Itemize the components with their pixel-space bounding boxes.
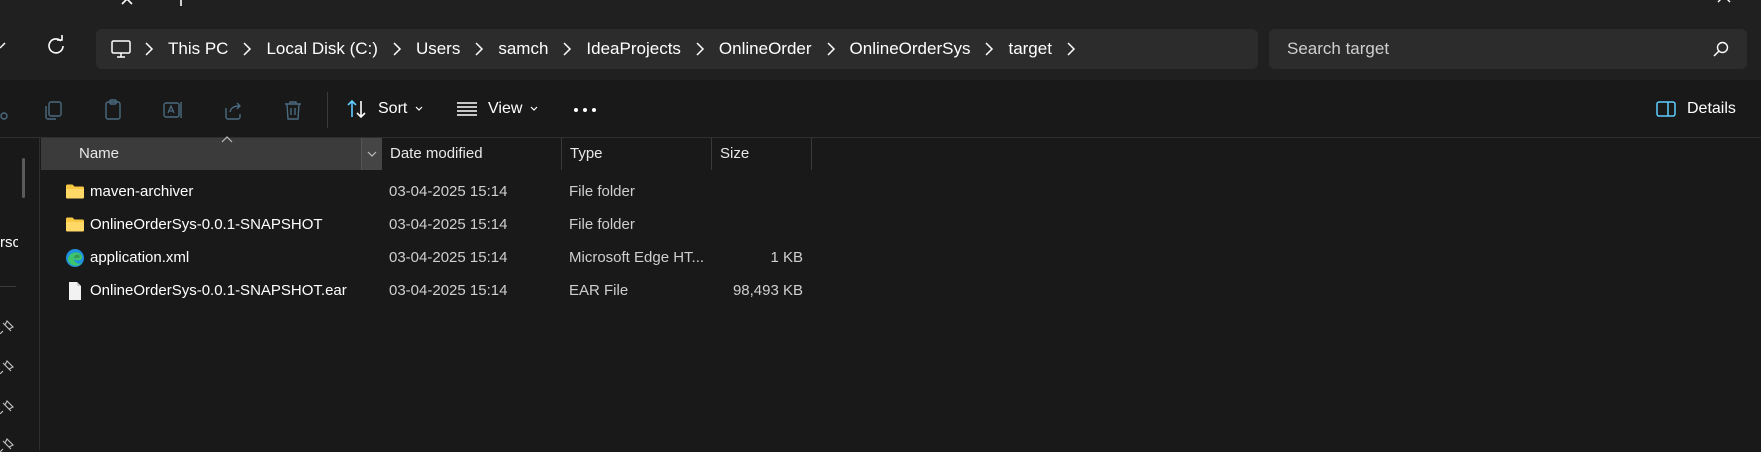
file-type: Microsoft Edge HT... xyxy=(569,249,705,266)
copy-icon[interactable] xyxy=(41,98,65,122)
command-bar: Sort View Details xyxy=(0,80,1761,138)
cut-icon[interactable] xyxy=(0,98,10,122)
nav-divider xyxy=(0,286,16,287)
nav-item-label[interactable]: rsc xyxy=(0,234,18,251)
close-tab-icon[interactable] xyxy=(118,0,136,8)
folder-icon xyxy=(66,184,84,199)
breadcrumb-target[interactable]: target xyxy=(1006,39,1053,59)
details-label: Details xyxy=(1687,100,1736,117)
sort-label: Sort xyxy=(378,100,408,117)
minimize-icon[interactable] xyxy=(1664,0,1680,4)
file-row[interactable]: application.xml 03-04-2025 15:14 Microso… xyxy=(41,239,811,276)
pin-icon xyxy=(0,320,14,334)
chevron-right-icon[interactable] xyxy=(683,29,717,69)
file-date: 03-04-2025 15:14 xyxy=(389,282,508,299)
refresh-icon[interactable] xyxy=(44,34,68,58)
file-row[interactable]: maven-archiver 03-04-2025 15:14 File fol… xyxy=(41,173,811,210)
file-type: File folder xyxy=(569,216,635,233)
file-icon xyxy=(69,282,81,300)
breadcrumb-samch[interactable]: samch xyxy=(496,39,550,59)
file-name: maven-archiver xyxy=(90,183,194,200)
search-icon[interactable] xyxy=(1713,41,1729,57)
file-name: application.xml xyxy=(90,249,190,266)
breadcrumb-this-pc[interactable]: This PC xyxy=(166,39,230,59)
details-pane-icon xyxy=(1656,101,1676,117)
command-separator xyxy=(327,92,328,128)
paste-icon[interactable] xyxy=(101,98,125,122)
breadcrumb-users[interactable]: Users xyxy=(414,39,462,59)
new-tab-icon[interactable] xyxy=(172,0,190,8)
chevron-right-icon[interactable] xyxy=(550,29,584,69)
delete-icon[interactable] xyxy=(281,98,305,122)
chevron-right-icon[interactable] xyxy=(380,29,414,69)
sort-icon xyxy=(347,99,366,119)
chevron-right-icon[interactable] xyxy=(132,29,166,69)
file-name: OnlineOrderSys-0.0.1-SNAPSHOT.ear xyxy=(90,282,347,299)
column-header-type[interactable]: Type xyxy=(562,138,712,170)
details-button[interactable]: Details xyxy=(1655,94,1736,124)
chevron-down-icon xyxy=(415,106,423,111)
nav-scrollbar[interactable] xyxy=(22,158,25,198)
view-label: View xyxy=(488,100,523,117)
rename-icon[interactable] xyxy=(161,98,185,122)
breadcrumb-ideaprojects[interactable]: IdeaProjects xyxy=(584,39,683,59)
tab-strip xyxy=(0,0,1761,12)
view-icon xyxy=(457,102,477,116)
navigation-pane: rsc xyxy=(0,138,40,452)
chevron-right-icon[interactable] xyxy=(814,29,848,69)
file-date: 03-04-2025 15:14 xyxy=(389,249,508,266)
file-row[interactable]: OnlineOrderSys-0.0.1-SNAPSHOT 03-04-2025… xyxy=(41,206,811,243)
chevron-right-icon[interactable] xyxy=(972,29,1006,69)
column-header-size[interactable]: Size xyxy=(712,138,812,170)
pin-icon xyxy=(0,400,14,414)
file-type: File folder xyxy=(569,183,635,200)
up-arrow-icon[interactable] xyxy=(0,36,14,56)
file-row[interactable]: OnlineOrderSys-0.0.1-SNAPSHOT.ear 03-04-… xyxy=(41,272,811,309)
chevron-down-icon xyxy=(530,106,538,111)
column-header-name-label: Name xyxy=(79,145,120,162)
column-header-name[interactable]: Name xyxy=(41,136,382,170)
chevron-right-icon[interactable] xyxy=(1054,29,1088,69)
share-icon[interactable] xyxy=(221,98,245,122)
column-filter-button[interactable] xyxy=(361,138,382,170)
file-type: EAR File xyxy=(569,282,629,299)
file-name: OnlineOrderSys-0.0.1-SNAPSHOT xyxy=(90,216,323,233)
sort-button[interactable]: Sort xyxy=(346,92,423,126)
file-size: 1 KB xyxy=(770,249,803,266)
chevron-right-icon[interactable] xyxy=(230,29,264,69)
file-list: Name Date modified Type Size maven-archi… xyxy=(41,136,1761,450)
folder-icon xyxy=(66,217,84,232)
breadcrumb-onlineordersys[interactable]: OnlineOrderSys xyxy=(848,39,973,59)
file-size: 98,493 KB xyxy=(732,282,803,299)
pin-icon xyxy=(0,360,14,374)
edge-icon xyxy=(66,249,84,267)
chevron-down-icon xyxy=(367,151,377,157)
file-date: 03-04-2025 15:14 xyxy=(389,216,508,233)
more-options-icon[interactable] xyxy=(570,98,600,122)
view-button[interactable]: View xyxy=(456,92,538,126)
column-header-row: Name Date modified Type Size xyxy=(41,136,812,170)
window-close-icon[interactable] xyxy=(1716,0,1732,4)
chevron-right-icon[interactable] xyxy=(462,29,496,69)
address-row: This PC Local Disk (C:) Users samch Idea… xyxy=(0,12,1761,80)
sort-ascending-icon xyxy=(221,136,233,143)
search-input[interactable]: Search target xyxy=(1287,29,1389,69)
breadcrumb-onlineorder[interactable]: OnlineOrder xyxy=(717,39,814,59)
search-box[interactable]: Search target xyxy=(1269,29,1747,69)
breadcrumb-local-disk[interactable]: Local Disk (C:) xyxy=(264,39,379,59)
this-pc-icon[interactable] xyxy=(110,39,132,59)
column-header-date[interactable]: Date modified xyxy=(382,138,562,170)
file-date: 03-04-2025 15:14 xyxy=(389,183,508,200)
breadcrumb[interactable]: This PC Local Disk (C:) Users samch Idea… xyxy=(96,29,1258,69)
